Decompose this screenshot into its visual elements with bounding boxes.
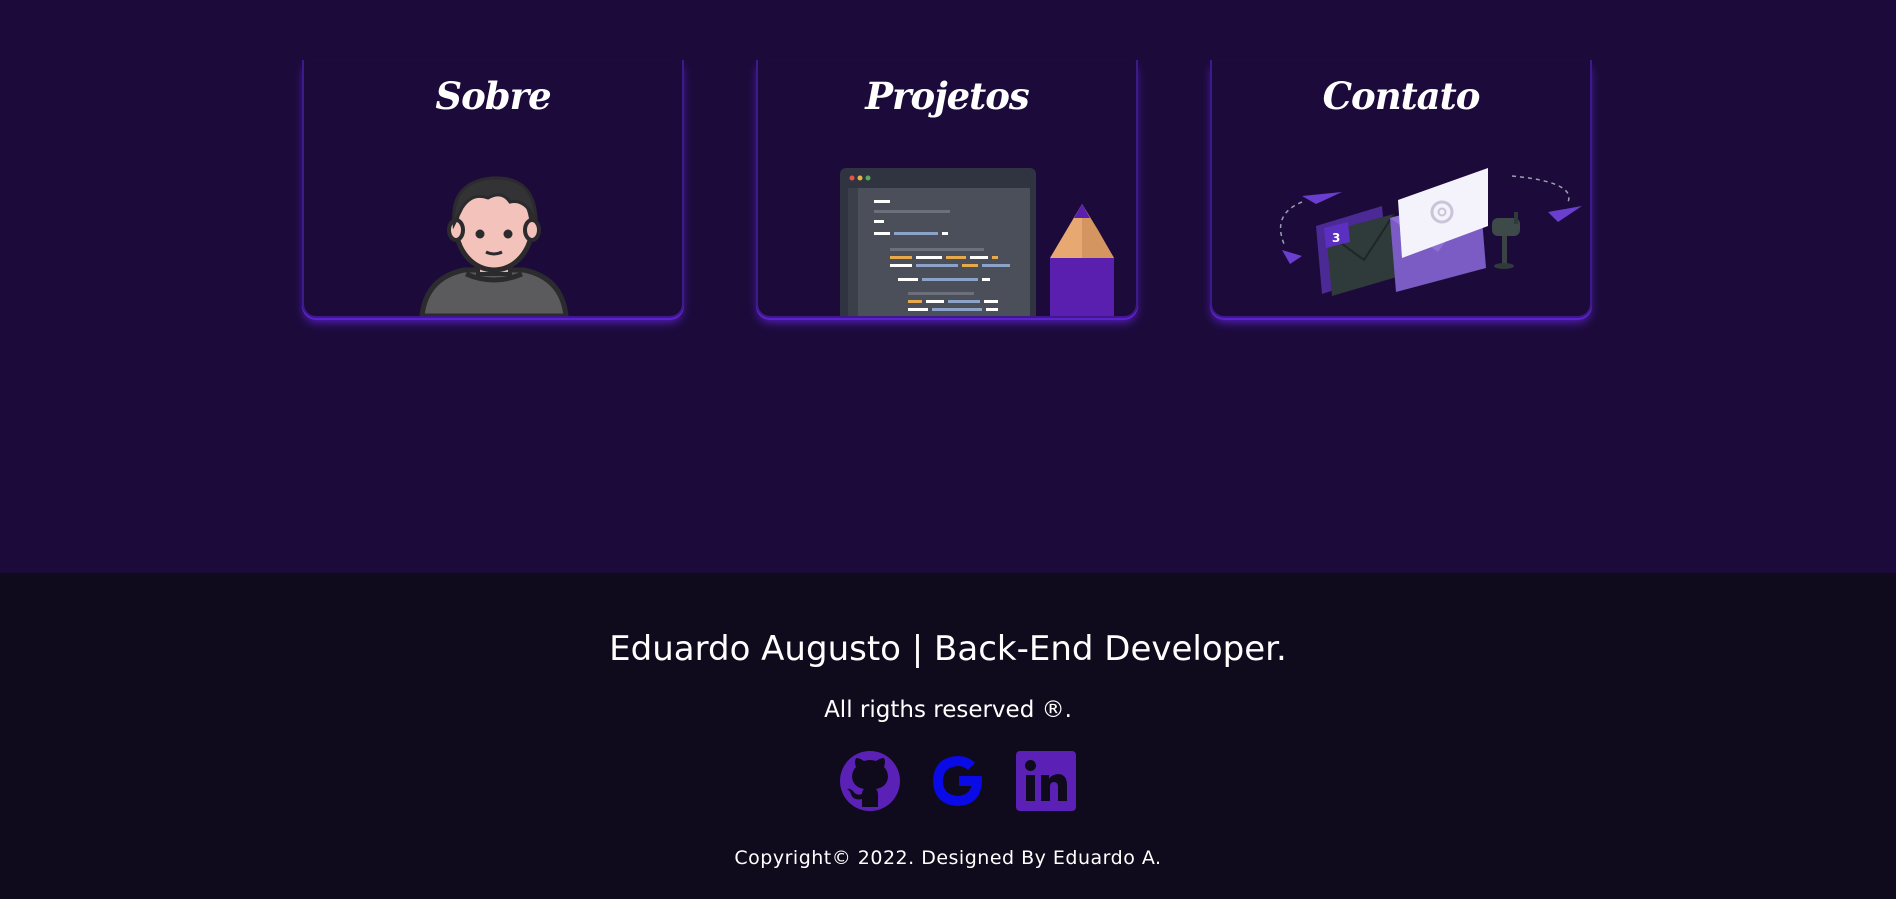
code-editor-pencil-illustration (840, 168, 1114, 316)
linkedin-icon (1016, 751, 1076, 811)
linkedin-link[interactable] (1014, 749, 1078, 813)
google-link[interactable] (926, 749, 990, 813)
footer-rights: All rigths reserved ®. (824, 697, 1072, 723)
card-title-projetos: Projetos (865, 74, 1030, 118)
avatar-illustration (419, 176, 569, 316)
social-links (838, 749, 1078, 813)
main-section: Sobre Projetos Contato 3 (0, 0, 1896, 573)
svg-text:3: 3 (1332, 231, 1340, 245)
google-icon (933, 756, 982, 806)
copyright: Copyright© 2022. Designed By Eduardo A. (734, 847, 1162, 869)
github-icon (840, 751, 900, 811)
github-link[interactable] (838, 749, 902, 813)
card-contato[interactable]: Contato 3 (1210, 60, 1592, 318)
footer-title: Eduardo Augusto | Back-End Developer. (609, 629, 1287, 669)
card-projetos[interactable]: Projetos (756, 60, 1138, 318)
page: Sobre Projetos Contato 3 Eduardo Augusto… (0, 0, 1896, 899)
footer: Eduardo Augusto | Back-End Developer. Al… (0, 573, 1896, 899)
card-title-contato: Contato (1322, 74, 1481, 118)
envelopes-mail-illustration: 3 (1279, 168, 1582, 296)
card-sobre[interactable]: Sobre (302, 60, 684, 318)
card-title-sobre: Sobre (435, 74, 551, 118)
